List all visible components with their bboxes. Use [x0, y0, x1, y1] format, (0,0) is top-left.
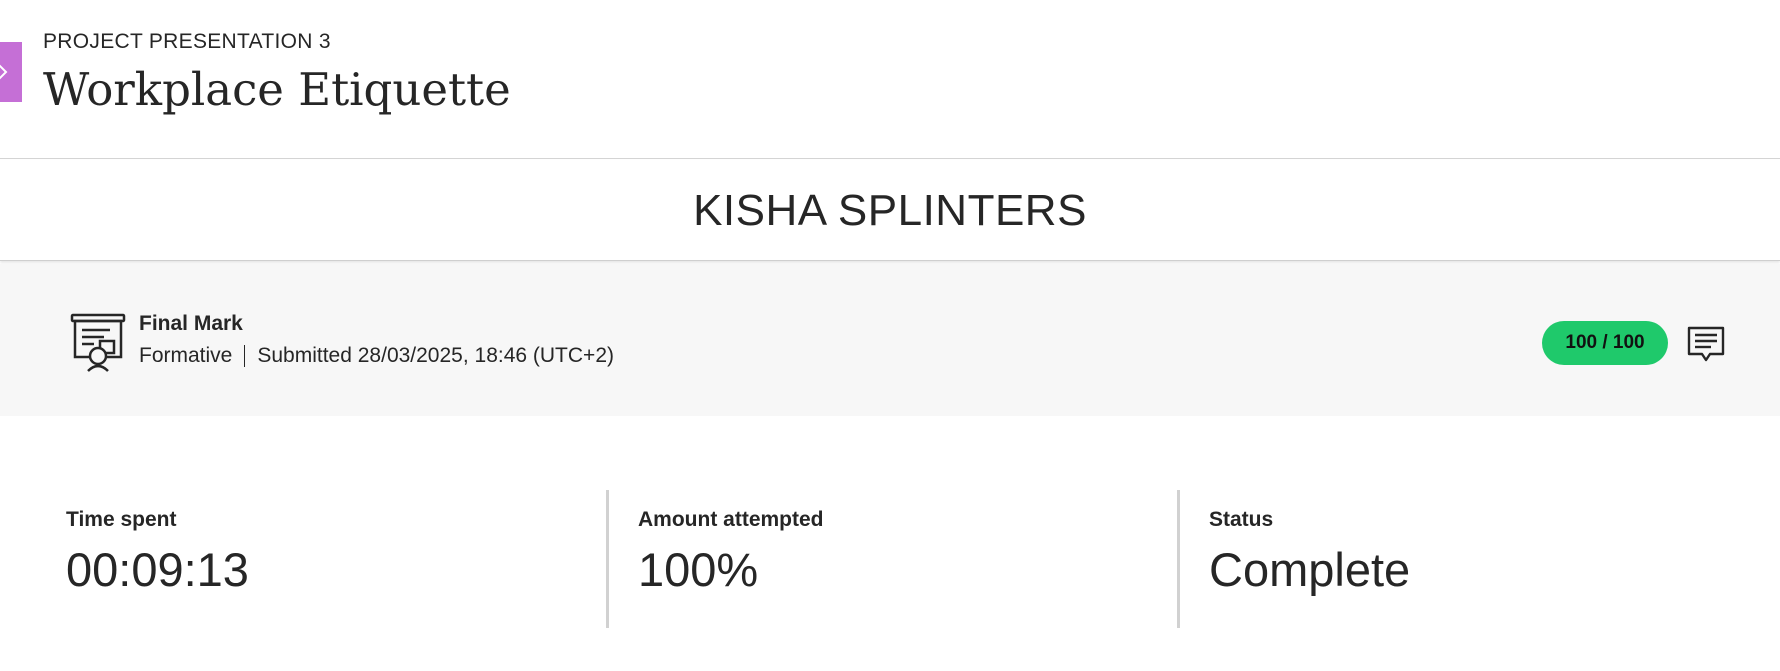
student-name-banner: KISHA SPLINTERS	[0, 160, 1780, 261]
grade-summary-row: Final Mark Formative Submitted 28/03/202…	[0, 264, 1780, 416]
meta-divider	[244, 345, 246, 367]
grade-type: Formative	[139, 344, 233, 367]
presentation-certificate-icon	[70, 313, 126, 372]
stat-label: Amount attempted	[638, 508, 824, 531]
submission-date: Submitted 28/03/2025, 18:46 (UTC+2)	[257, 344, 614, 367]
stat-value: 00:09:13	[66, 543, 249, 596]
stat-value: 100%	[638, 543, 759, 596]
chevron-icon	[0, 64, 8, 80]
page-header: PROJECT PRESENTATION 3 Workplace Etiquet…	[0, 0, 1780, 159]
comment-icon[interactable]	[1686, 324, 1726, 364]
stat-time-spent: Time spent 00:09:13	[66, 490, 249, 628]
stat-label: Time spent	[66, 508, 177, 531]
page-title: Workplace Etiquette	[43, 63, 511, 116]
final-mark-label: Final Mark	[139, 312, 243, 335]
stat-value: Complete	[1209, 543, 1411, 596]
attempt-stats: Time spent 00:09:13 Amount attempted 100…	[0, 490, 1780, 628]
collapse-panel-tab[interactable]	[0, 42, 22, 102]
assessment-type-label: PROJECT PRESENTATION 3	[43, 30, 331, 53]
stat-amount-attempted: Amount attempted 100%	[606, 490, 824, 628]
submission-meta: Formative Submitted 28/03/2025, 18:46 (U…	[139, 344, 614, 368]
student-name: KISHA SPLINTERS	[693, 186, 1087, 235]
stat-status: Status Complete	[1177, 490, 1410, 628]
score-badge[interactable]: 100 / 100	[1542, 321, 1668, 365]
stat-label: Status	[1209, 508, 1274, 531]
